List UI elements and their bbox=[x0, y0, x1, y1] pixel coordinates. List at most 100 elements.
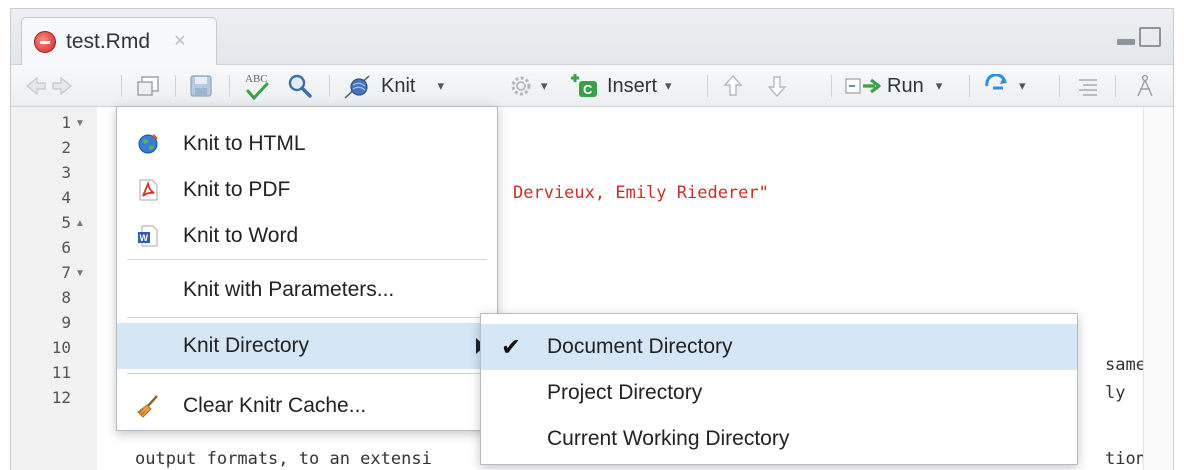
show-in-new-window-icon bbox=[137, 76, 159, 96]
toolbar-separator bbox=[121, 75, 122, 97]
rerun-button[interactable]: ▾ bbox=[983, 65, 1026, 107]
line-number: 1 bbox=[61, 113, 71, 132]
rerun-icon bbox=[985, 74, 1007, 90]
code-line-9: same bbox=[1105, 355, 1146, 375]
search-icon bbox=[288, 74, 312, 98]
vertical-scrollbar[interactable] bbox=[1143, 107, 1173, 470]
save-button[interactable] bbox=[189, 65, 213, 107]
code-line-12-right: tion bbox=[1105, 449, 1146, 469]
arrow-up-icon[interactable] bbox=[723, 74, 743, 98]
run-dropdown-caret-icon[interactable]: ▾ bbox=[936, 78, 943, 94]
code-line-12-left: output formats, to an extensi bbox=[135, 449, 432, 469]
outline-lines-icon bbox=[1079, 79, 1097, 96]
line-number: 8 bbox=[61, 288, 71, 307]
tab-title: test.Rmd bbox=[66, 30, 151, 53]
knit-button[interactable]: Knit ▾ bbox=[343, 65, 444, 107]
fold-arrow-icon[interactable]: ▼ bbox=[75, 268, 85, 279]
line-number: 3 bbox=[61, 163, 71, 182]
spellcheck-icon: ABC bbox=[245, 73, 269, 101]
back-forward-group bbox=[25, 65, 73, 107]
knit-dropdown-caret-icon[interactable]: ▾ bbox=[437, 78, 444, 94]
menu-item-label: Knit to PDF bbox=[183, 178, 291, 201]
globe-icon bbox=[138, 134, 158, 154]
back-forward-arrows-icon[interactable] bbox=[25, 74, 73, 98]
insert-chunk-button[interactable]: C Insert ▾ bbox=[567, 65, 672, 107]
run-button[interactable]: Run ▾ bbox=[845, 65, 942, 107]
word-file-icon: W bbox=[138, 225, 158, 247]
line-number: 12 bbox=[51, 388, 71, 407]
menu-item-knit-directory[interactable]: Knit Directory bbox=[117, 323, 497, 369]
submenu-item-label: Project Directory bbox=[547, 381, 703, 404]
insert-label: Insert bbox=[607, 74, 658, 97]
submenu-item-current-working-directory[interactable]: Current Working Directory bbox=[481, 416, 1077, 462]
insert-dropdown-caret-icon[interactable]: ▾ bbox=[665, 78, 672, 94]
fold-arrow-icon[interactable]: ▲ bbox=[75, 218, 85, 229]
toolbar-separator bbox=[707, 75, 708, 97]
toolbar-separator bbox=[329, 75, 330, 97]
outline-button[interactable] bbox=[1077, 65, 1099, 107]
menu-item-clear-knitr-cache[interactable]: Clear Knitr Cache... bbox=[117, 383, 497, 429]
pdf-file-icon bbox=[139, 179, 158, 201]
line-number: 5 bbox=[61, 213, 71, 232]
submenu-item-label: Document Directory bbox=[547, 335, 733, 358]
save-icon bbox=[190, 75, 212, 97]
format-button[interactable] bbox=[1135, 65, 1155, 107]
maximize-icon[interactable] bbox=[1139, 27, 1161, 47]
checkmark-icon: ✔ bbox=[501, 334, 522, 361]
tab-strip: test.Rmd × bbox=[11, 9, 1173, 65]
run-arrow-icon bbox=[845, 78, 881, 94]
code-line-10: ly bbox=[1105, 383, 1126, 403]
menu-item-knit-pdf[interactable]: Knit to PDF bbox=[117, 167, 497, 213]
tab-test-rmd[interactable]: test.Rmd × bbox=[21, 17, 217, 65]
knit-label: Knit bbox=[381, 74, 416, 97]
line-number: 10 bbox=[51, 338, 71, 357]
code-line-3: Dervieux, Emily Riederer" bbox=[513, 183, 769, 203]
minimize-icon[interactable] bbox=[1117, 39, 1135, 45]
line-number: 6 bbox=[61, 238, 71, 257]
word-badge-text: W bbox=[140, 233, 149, 243]
output-options-button[interactable]: ▾ bbox=[509, 65, 548, 107]
menu-item-knit-with-parameters[interactable]: Knit with Parameters... bbox=[117, 267, 497, 313]
insert-chunk-icon: C bbox=[571, 74, 597, 97]
menu-separator bbox=[127, 259, 487, 260]
menu-item-knit-html[interactable]: Knit to HTML bbox=[117, 121, 497, 167]
run-label: Run bbox=[887, 74, 924, 97]
compass-format-icon bbox=[1137, 74, 1153, 97]
menu-item-label: Knit Directory bbox=[183, 334, 310, 357]
menu-item-label: Clear Knitr Cache... bbox=[183, 394, 367, 417]
tab-close-icon[interactable]: × bbox=[174, 30, 186, 53]
arrow-down-icon[interactable] bbox=[767, 74, 787, 98]
menu-item-label: Knit to HTML bbox=[183, 132, 306, 155]
menu-item-label: Knit to Word bbox=[183, 224, 299, 247]
spellcheck-button[interactable]: ABC bbox=[243, 65, 279, 107]
line-number: 11 bbox=[51, 363, 71, 382]
gear-icon bbox=[511, 76, 531, 96]
insert-chunk-badge: C bbox=[583, 82, 593, 97]
line-number: 2 bbox=[61, 138, 71, 157]
chunk-nav-group bbox=[723, 65, 787, 107]
toolbar-separator bbox=[831, 75, 832, 97]
find-replace-button[interactable] bbox=[287, 65, 313, 107]
editor-toolbar: ABC Knit ▾ ▾ C Insert ▾ Run ▾ ▾ bbox=[11, 65, 1173, 107]
line-number: 9 bbox=[61, 313, 71, 332]
gear-dropdown-caret-icon[interactable]: ▾ bbox=[541, 78, 548, 94]
rmd-file-icon bbox=[34, 31, 56, 53]
submenu-item-project-directory[interactable]: Project Directory bbox=[481, 370, 1077, 416]
broom-icon bbox=[137, 395, 158, 418]
rerun-dropdown-caret-icon[interactable]: ▾ bbox=[1019, 78, 1026, 94]
toolbar-separator bbox=[175, 75, 176, 97]
menu-separator bbox=[127, 317, 487, 318]
show-in-window-button[interactable] bbox=[135, 65, 161, 107]
submenu-item-document-directory[interactable]: ✔ Document Directory bbox=[481, 324, 1077, 370]
menu-item-knit-word[interactable]: W Knit to Word bbox=[117, 213, 497, 259]
knit-directory-submenu: ✔ Document Directory Project Directory C… bbox=[480, 313, 1078, 465]
line-number-gutter: 1 ▼ 2 3 4 5 ▲ 6 7 ▼ 8 9 10 11 12 bbox=[11, 107, 97, 470]
line-number: 7 bbox=[61, 263, 71, 282]
menu-item-label: Knit with Parameters... bbox=[183, 278, 395, 301]
spell-abc-text: ABC bbox=[245, 73, 268, 85]
toolbar-separator bbox=[969, 75, 970, 97]
knit-yarn-icon bbox=[344, 75, 370, 99]
toolbar-separator bbox=[229, 75, 230, 97]
fold-arrow-icon[interactable]: ▼ bbox=[75, 118, 85, 129]
knit-dropdown-menu: Knit to HTML Knit to PDF W Knit to Word … bbox=[116, 106, 498, 431]
